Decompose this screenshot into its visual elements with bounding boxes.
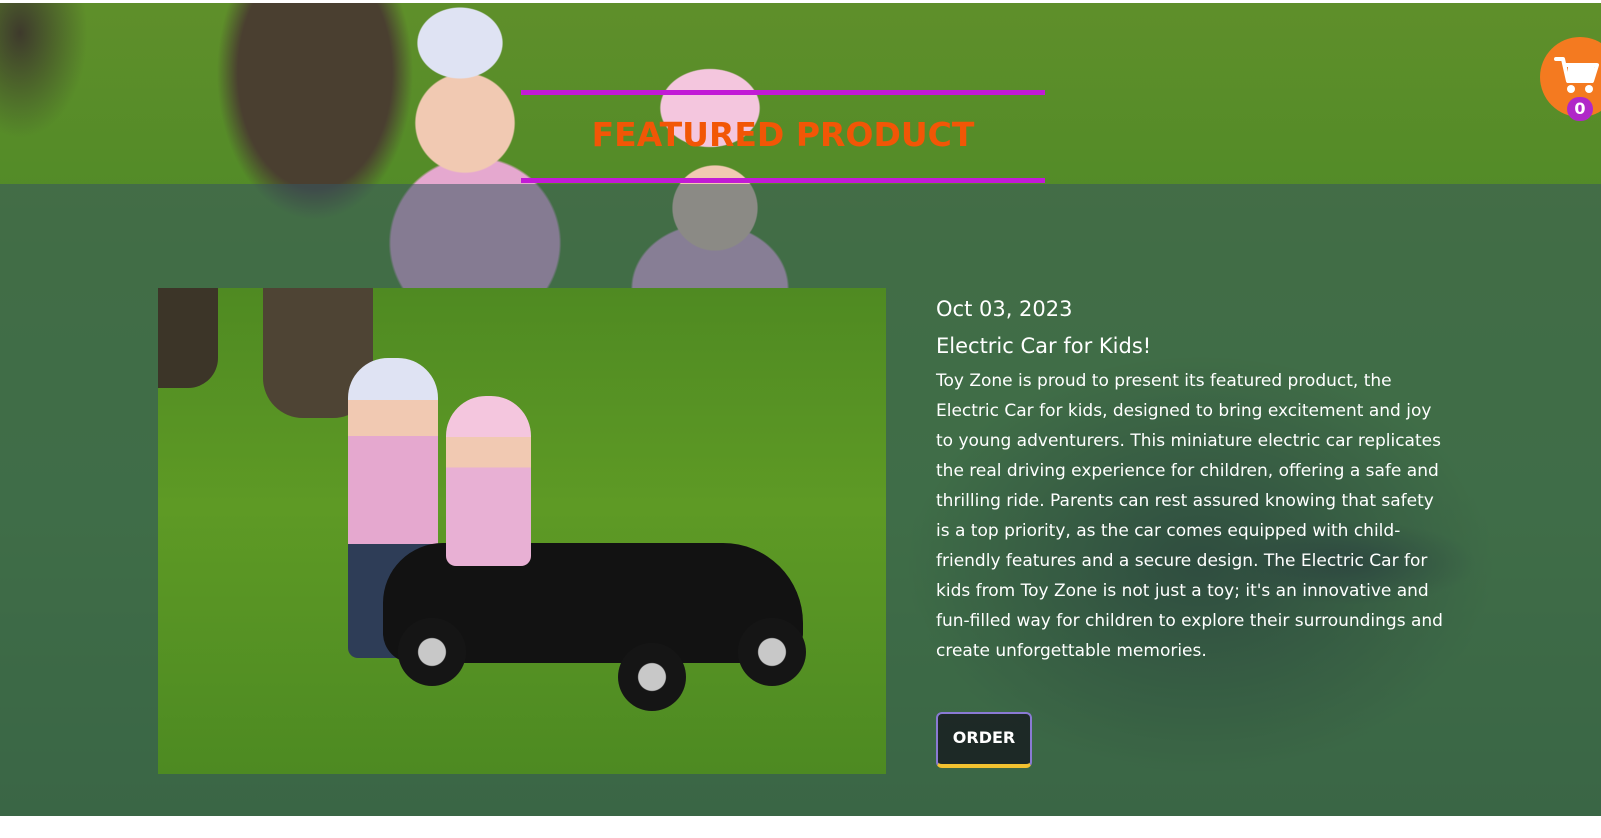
section-title: FEATURED PRODUCT <box>591 115 975 154</box>
image-child-seated <box>446 396 531 566</box>
image-car-wheel <box>398 618 466 686</box>
heading-top-line <box>521 90 1045 95</box>
heading-bottom-line <box>521 178 1045 183</box>
image-car-wheel <box>738 618 806 686</box>
image-tree-left <box>158 288 218 388</box>
cart-icon <box>1554 57 1599 93</box>
image-car-wheel <box>618 643 686 711</box>
product-image <box>158 288 886 774</box>
product-title: Electric Car for Kids! <box>936 334 1152 358</box>
product-date: Oct 03, 2023 <box>936 297 1073 321</box>
product-description: Toy Zone is proud to present its feature… <box>936 371 1443 661</box>
cart-count-badge: 0 <box>1567 97 1593 121</box>
order-button[interactable]: ORDER <box>936 712 1032 768</box>
product-info: Oct 03, 2023 Electric Car for Kids! Toy … <box>936 295 1446 666</box>
section-header: FEATURED PRODUCT <box>521 90 1045 186</box>
